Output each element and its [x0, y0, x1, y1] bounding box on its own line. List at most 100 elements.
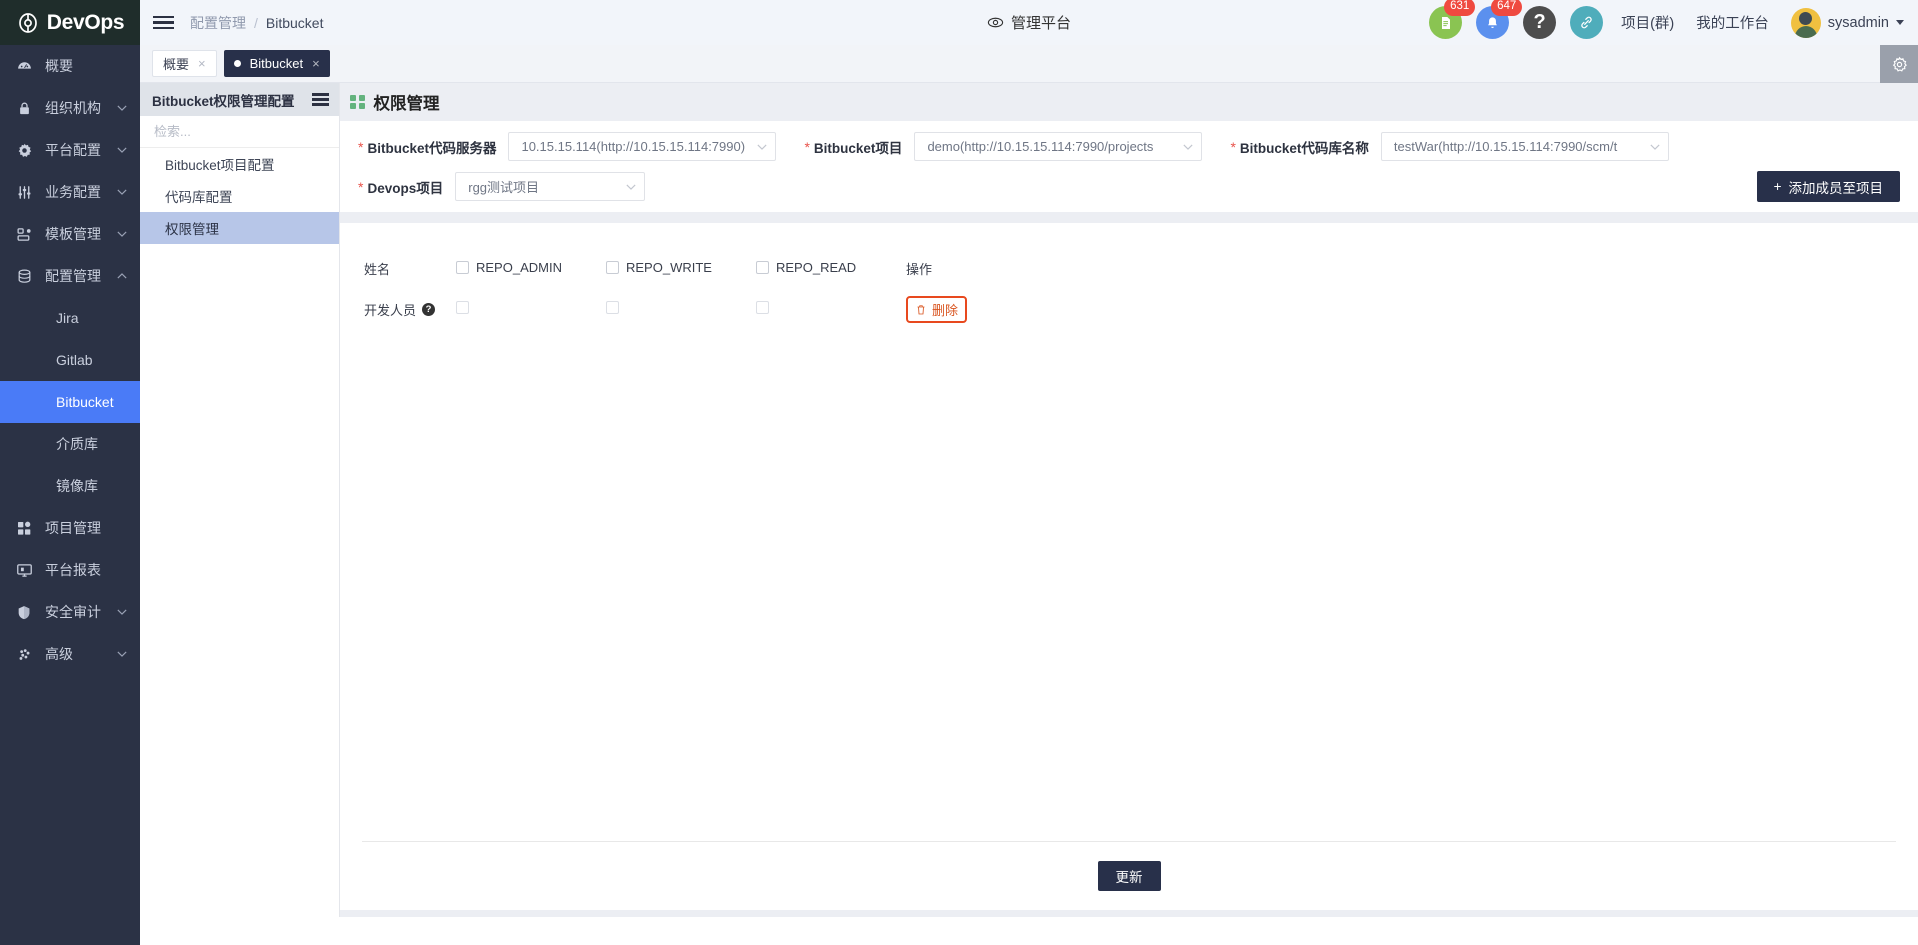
- secondary-sidebar-header: Bitbucket权限管理配置: [140, 83, 339, 116]
- hamburger-menu-icon[interactable]: [140, 15, 186, 30]
- document-icon-wrap[interactable]: 631: [1429, 0, 1476, 39]
- add-member-button[interactable]: + 添加成员至项目: [1756, 171, 1900, 202]
- link-glyph-icon: [1581, 16, 1592, 29]
- field-label: Bitbucket代码库名称: [1239, 140, 1369, 156]
- sidebar-item-gitlab[interactable]: Gitlab: [0, 339, 140, 381]
- chevron-down-icon: [1183, 144, 1194, 150]
- search-input[interactable]: [154, 124, 330, 139]
- top-bar-right: 631 647 ? 项目(群) 我的工作台 sysadmin: [1429, 0, 1904, 39]
- sidebar-item-template-mgmt[interactable]: 模板管理: [0, 213, 140, 255]
- bell-icon-wrap[interactable]: 647: [1476, 0, 1523, 39]
- select-value: rgg测试项目: [468, 180, 540, 195]
- row-name-label: 开发人员: [364, 302, 417, 318]
- bitbucket-project-select[interactable]: demo(http://10.15.15.114:7990/projects: [914, 132, 1203, 161]
- breadcrumb-parent[interactable]: 配置管理: [190, 13, 246, 33]
- chevron-down-icon: [1896, 20, 1904, 25]
- card-spacer: [340, 333, 1918, 841]
- checkbox-repo-admin-all[interactable]: [456, 260, 469, 274]
- checkbox-repo-write-all[interactable]: [606, 260, 619, 274]
- help-icon[interactable]: ?: [1523, 6, 1557, 39]
- sidebar-item-bitbucket-project-config[interactable]: Bitbucket项目配置: [140, 148, 339, 180]
- header-operation: 操作: [906, 261, 933, 277]
- avatar: [1790, 7, 1821, 38]
- sidebar-sub-label: 镜像库: [56, 478, 98, 494]
- chevron-down-icon: [116, 609, 128, 615]
- secondary-sidebar: Bitbucket权限管理配置 Bitbucket项目配置: [140, 83, 340, 917]
- sidebar-item-advanced[interactable]: 高级: [0, 633, 140, 675]
- plus-icon: +: [1773, 179, 1782, 194]
- add-member-label: 添加成员至项目: [1788, 180, 1884, 196]
- sidebar-item-config-mgmt[interactable]: 配置管理: [0, 255, 140, 297]
- sidebar-item-jira[interactable]: Jira: [0, 297, 140, 339]
- brand-logo-area[interactable]: DevOps: [0, 0, 140, 45]
- page-title: 权限管理: [373, 95, 440, 113]
- grid-icon: [14, 520, 34, 536]
- document-badge: 631: [1444, 0, 1476, 16]
- required-star: *: [358, 178, 364, 195]
- panel-toggle-icon[interactable]: [312, 93, 329, 106]
- sidebar-item-platform-report[interactable]: 平台报表: [0, 549, 140, 591]
- sidebar-item-permission-mgmt[interactable]: 权限管理: [140, 212, 339, 244]
- required-star: *: [358, 138, 364, 155]
- nav-link-projects[interactable]: 项目(群): [1617, 12, 1678, 33]
- filter-row-1: * Bitbucket代码服务器 10.15.15.114(http://10.…: [340, 132, 1918, 161]
- filter-row-2: * Devops项目 rgg测试项目 + 添加成员至项目: [340, 171, 1918, 202]
- sidebar-item-image-repo[interactable]: 镜像库: [0, 465, 140, 507]
- delete-button[interactable]: 删除: [906, 295, 968, 323]
- tab-bitbucket[interactable]: Bitbucket ×: [223, 50, 330, 77]
- checkbox-repo-read[interactable]: [756, 301, 769, 314]
- row-repo-admin-cell: [456, 287, 604, 331]
- add-member-button-wrap: + 添加成员至项目: [1756, 171, 1900, 202]
- tab-overview[interactable]: 概要 ×: [152, 50, 217, 77]
- chevron-down-icon: [116, 147, 128, 153]
- close-icon[interactable]: ×: [198, 56, 206, 71]
- bitbucket-repo-select[interactable]: testWar(http://10.15.15.114:7990/scm/t: [1380, 132, 1669, 161]
- bottom-strip: [140, 917, 1918, 945]
- sidebar-item-overview[interactable]: 概要: [0, 45, 140, 87]
- header-repo-read: REPO_READ: [756, 251, 904, 285]
- bell-glyph-icon: [1488, 16, 1497, 28]
- sidebar-sub-label: Bitbucket: [56, 394, 114, 410]
- sidebar-item-bitbucket[interactable]: Bitbucket: [0, 381, 140, 423]
- breadcrumb-current: Bitbucket: [265, 14, 324, 31]
- card-footer: 更新: [340, 842, 1918, 910]
- sidebar-sub-label: Jira: [56, 310, 79, 326]
- header-repo-read-label: REPO_READ: [776, 259, 857, 275]
- sidebar-item-security-audit[interactable]: 安全审计: [0, 591, 140, 633]
- header-name: 姓名: [364, 261, 391, 277]
- user-menu[interactable]: sysadmin: [1790, 7, 1904, 38]
- chevron-down-icon: [757, 144, 768, 150]
- sidebar-item-media-repo[interactable]: 介质库: [0, 423, 140, 465]
- required-star: *: [1230, 138, 1236, 155]
- sidebar-item-platform-config[interactable]: 平台配置: [0, 129, 140, 171]
- field-bitbucket-server: * Bitbucket代码服务器 10.15.15.114(http://10.…: [358, 132, 777, 161]
- sidebar-item-project-mgmt[interactable]: 项目管理: [0, 507, 140, 549]
- sidebar-item-business-config[interactable]: 业务配置: [0, 171, 140, 213]
- sidebar-item-label: 高级: [45, 646, 73, 662]
- sidebar-item-repo-config[interactable]: 代码库配置: [140, 180, 339, 212]
- help-icon[interactable]: ?: [422, 302, 436, 316]
- permission-table-body: 开发人员 ? 删除: [342, 287, 1916, 331]
- devops-project-select[interactable]: rgg测试项目: [455, 172, 646, 201]
- checkbox-repo-write[interactable]: [606, 301, 619, 314]
- sidebar-item-label: 项目管理: [45, 520, 101, 536]
- report-icon: [14, 562, 34, 579]
- tab-label: Bitbucket: [249, 56, 304, 71]
- update-button[interactable]: 更新: [1097, 861, 1161, 891]
- nav-link-workbench[interactable]: 我的工作台: [1692, 12, 1773, 33]
- settings-gear-icon[interactable]: [1880, 45, 1918, 83]
- tab-bar: 概要 × Bitbucket ×: [140, 45, 1918, 83]
- top-bar-content: 配置管理 / Bitbucket 管理平台 631 647 ? 项目(群) 我的…: [140, 0, 1918, 45]
- checkbox-repo-read-all[interactable]: [756, 260, 769, 274]
- delete-label: 删除: [932, 302, 959, 318]
- checkbox-repo-admin[interactable]: [456, 301, 469, 314]
- link-icon[interactable]: [1570, 6, 1604, 39]
- header-spacer: [1028, 251, 1916, 285]
- sidebar-item-organization[interactable]: 组织机构: [0, 87, 140, 129]
- bitbucket-server-select[interactable]: 10.15.15.114(http://10.15.15.114:7990): [508, 132, 777, 161]
- field-label: Bitbucket代码服务器: [367, 140, 497, 156]
- row-name-cell: 开发人员 ?: [342, 287, 454, 331]
- close-icon[interactable]: ×: [312, 56, 320, 71]
- search-box[interactable]: [140, 116, 339, 148]
- shield-icon: [14, 604, 34, 621]
